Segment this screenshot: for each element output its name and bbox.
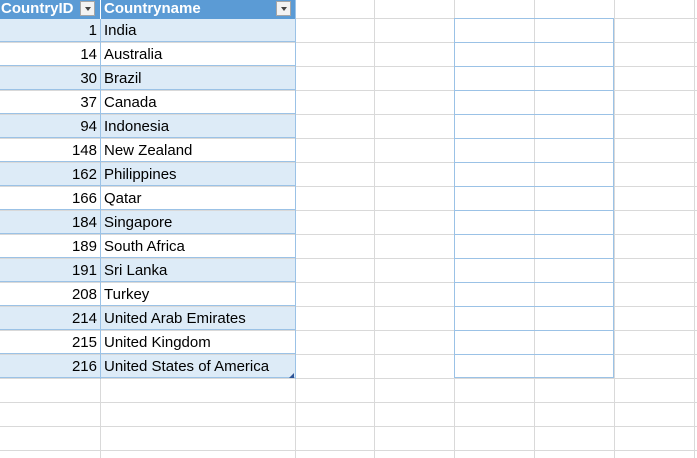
header-country-name[interactable]: Countryname bbox=[101, 0, 299, 19]
range-inner-border bbox=[454, 282, 614, 283]
country-name-cell[interactable]: India bbox=[104, 19, 137, 42]
gridline bbox=[295, 379, 296, 458]
country-id-cell[interactable]: 189 bbox=[0, 235, 97, 258]
range-inner-border bbox=[454, 306, 614, 307]
country-name-cell[interactable]: New Zealand bbox=[104, 139, 192, 162]
country-id-cell[interactable]: 94 bbox=[0, 115, 97, 138]
range-inner-border bbox=[454, 42, 614, 43]
gridline bbox=[0, 378, 697, 379]
table-row[interactable]: 162 Philippines bbox=[0, 163, 295, 186]
range-inner-border bbox=[454, 210, 614, 211]
filter-dropdown-icon[interactable] bbox=[276, 1, 291, 16]
country-name-cell[interactable]: Turkey bbox=[104, 283, 149, 306]
table-resize-handle-icon[interactable] bbox=[289, 373, 294, 378]
range-inner-border bbox=[454, 258, 614, 259]
range-inner-border bbox=[454, 138, 614, 139]
country-name-cell[interactable]: Singapore bbox=[104, 211, 172, 234]
country-id-cell[interactable]: 214 bbox=[0, 307, 97, 330]
spreadsheet-grid[interactable]: CountryID Countryname 1 India 14 Australia… bbox=[0, 0, 697, 458]
table-row[interactable]: 216 United States of America bbox=[0, 355, 295, 378]
table-row[interactable]: 14 Australia bbox=[0, 43, 295, 66]
table-right-border bbox=[295, 0, 296, 379]
country-name-cell[interactable]: Australia bbox=[104, 43, 162, 66]
country-id-cell[interactable]: 184 bbox=[0, 211, 97, 234]
country-id-cell[interactable]: 166 bbox=[0, 187, 97, 210]
column-divider bbox=[100, 19, 101, 379]
table-row[interactable]: 166 Qatar bbox=[0, 187, 295, 210]
table-row[interactable]: 184 Singapore bbox=[0, 211, 295, 234]
country-id-cell[interactable]: 191 bbox=[0, 259, 97, 282]
table-row[interactable]: 148 New Zealand bbox=[0, 139, 295, 162]
table-row[interactable]: 189 South Africa bbox=[0, 235, 295, 258]
country-id-cell[interactable]: 30 bbox=[0, 67, 97, 90]
gridline bbox=[614, 0, 615, 458]
country-name-cell[interactable]: Brazil bbox=[104, 67, 142, 90]
country-name-cell[interactable]: Indonesia bbox=[104, 115, 169, 138]
country-id-cell[interactable]: 14 bbox=[0, 43, 97, 66]
range-inner-border bbox=[454, 186, 614, 187]
gridline bbox=[374, 0, 375, 458]
country-name-cell[interactable]: Philippines bbox=[104, 163, 177, 186]
range-inner-border bbox=[454, 330, 614, 331]
country-name-cell[interactable]: Qatar bbox=[104, 187, 142, 210]
table-row[interactable]: 1 India bbox=[0, 19, 295, 42]
table-row[interactable]: 30 Brazil bbox=[0, 67, 295, 90]
range-inner-border bbox=[454, 162, 614, 163]
country-id-cell[interactable]: 148 bbox=[0, 139, 97, 162]
country-id-cell[interactable]: 208 bbox=[0, 283, 97, 306]
range-inner-border bbox=[454, 114, 614, 115]
table-row[interactable]: 191 Sri Lanka bbox=[0, 259, 295, 282]
country-name-cell[interactable]: United Arab Emirates bbox=[104, 307, 246, 330]
table-row[interactable]: 214 United Arab Emirates bbox=[0, 307, 295, 330]
table-row[interactable]: 208 Turkey bbox=[0, 283, 295, 306]
gridline bbox=[694, 0, 695, 458]
range-inner-border bbox=[454, 66, 614, 67]
country-name-cell[interactable]: South Africa bbox=[104, 235, 185, 258]
country-id-cell[interactable]: 37 bbox=[0, 91, 97, 114]
country-name-cell[interactable]: United States of America bbox=[104, 355, 269, 378]
country-id-cell[interactable]: 162 bbox=[0, 163, 97, 186]
gridline bbox=[100, 379, 101, 458]
country-name-cell[interactable]: Canada bbox=[104, 91, 157, 114]
country-id-cell[interactable]: 215 bbox=[0, 331, 97, 354]
gridline bbox=[0, 426, 697, 427]
range-inner-border bbox=[454, 90, 614, 91]
table-row[interactable]: 37 Canada bbox=[0, 91, 295, 114]
country-id-cell[interactable]: 1 bbox=[0, 19, 97, 42]
country-name-cell[interactable]: Sri Lanka bbox=[104, 259, 167, 282]
range-inner-border bbox=[454, 354, 614, 355]
range-inner-border bbox=[454, 234, 614, 235]
filter-dropdown-icon[interactable] bbox=[80, 1, 95, 16]
country-name-cell[interactable]: United Kingdom bbox=[104, 331, 211, 354]
table-header-row: CountryID Countryname bbox=[0, 0, 296, 19]
table-row[interactable]: 215 United Kingdom bbox=[0, 331, 295, 354]
gridline bbox=[0, 450, 697, 451]
country-id-cell[interactable]: 216 bbox=[0, 355, 97, 378]
gridline bbox=[0, 402, 697, 403]
table-row[interactable]: 94 Indonesia bbox=[0, 115, 295, 138]
bordered-cell-range[interactable] bbox=[454, 18, 614, 378]
